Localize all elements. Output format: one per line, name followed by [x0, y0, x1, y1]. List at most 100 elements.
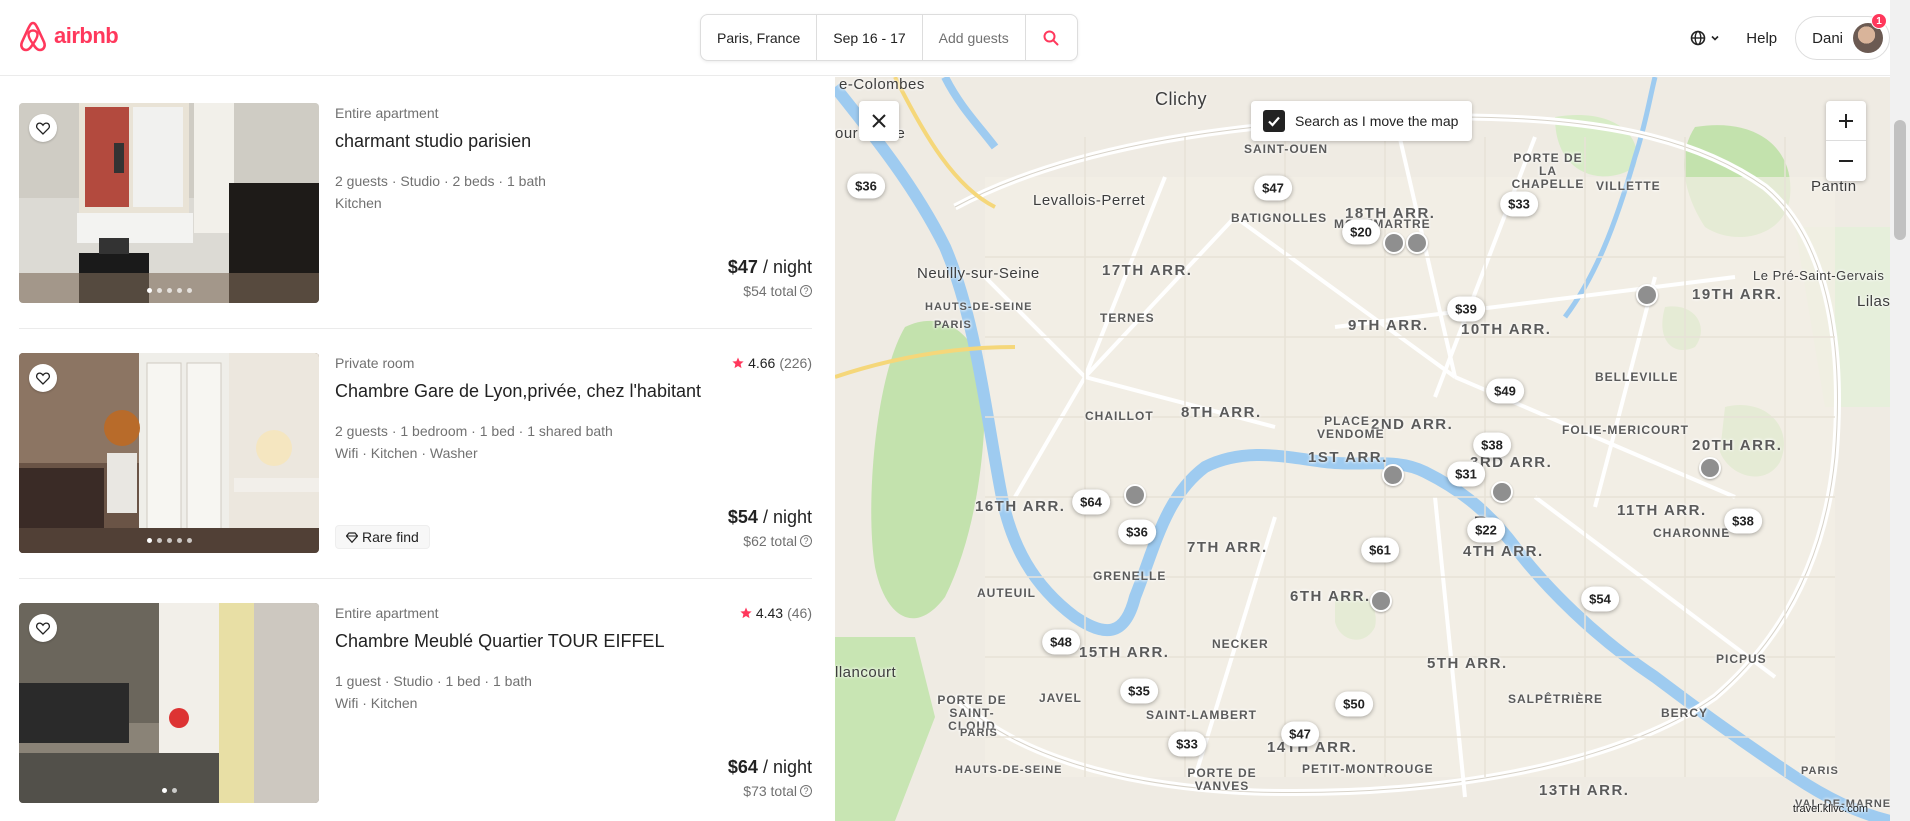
- price-pin[interactable]: $49: [1486, 378, 1524, 404]
- airbnb-logo[interactable]: airbnb: [18, 20, 119, 52]
- rating-value: 4.43: [755, 605, 784, 621]
- checkmark-icon: [1268, 116, 1280, 127]
- listing-title[interactable]: Chambre Meublé Quartier TOUR EIFFEL: [335, 631, 664, 652]
- listing-title[interactable]: charmant studio parisien: [335, 131, 531, 152]
- listing-card[interactable]: Entire apartment charmant studio parisie…: [19, 103, 812, 303]
- listing-total[interactable]: $73 total?: [743, 783, 812, 799]
- help-circle-icon: ?: [800, 785, 812, 797]
- heart-icon: [36, 622, 50, 635]
- map-label: CHAILLOT: [1085, 409, 1154, 423]
- listing-total[interactable]: $62 total?: [743, 533, 812, 549]
- listing-price: $47 / night: [728, 257, 812, 278]
- price-pin[interactable]: $31: [1447, 461, 1485, 487]
- listing-title[interactable]: Chambre Gare de Lyon,privée, chez l'habi…: [335, 381, 701, 402]
- landmark-marker[interactable]: [1699, 457, 1721, 479]
- page-scrollbar[interactable]: [1890, 0, 1910, 821]
- checkbox-checked[interactable]: [1263, 110, 1285, 132]
- landmark-marker[interactable]: [1406, 232, 1428, 254]
- search-as-map-moves-toggle[interactable]: Search as I move the map: [1251, 101, 1473, 141]
- landmark-marker[interactable]: [1636, 284, 1658, 306]
- rare-find-label: Rare find: [362, 529, 419, 545]
- favorite-button[interactable]: [29, 614, 57, 642]
- price-pin[interactable]: $64: [1072, 489, 1110, 515]
- favorite-button[interactable]: [29, 114, 57, 142]
- listing-total[interactable]: $54 total?: [743, 283, 812, 299]
- rating-count: (226): [779, 355, 812, 371]
- map-label: AUTEUIL: [977, 586, 1036, 600]
- carousel-dot[interactable]: [156, 538, 162, 543]
- landmark-marker[interactable]: [1491, 481, 1513, 503]
- map-label: 20TH ARR.: [1692, 437, 1783, 454]
- close-map-button[interactable]: [859, 101, 899, 141]
- chevron-down-icon: [1711, 35, 1719, 41]
- price-pin[interactable]: $47: [1281, 721, 1319, 747]
- listing-type: Private room: [335, 355, 415, 371]
- price-pin[interactable]: $33: [1500, 191, 1538, 217]
- map-label: VILLETTE: [1596, 179, 1661, 193]
- price-pin[interactable]: $36: [847, 173, 885, 199]
- help-link[interactable]: Help: [1742, 22, 1781, 55]
- map-view[interactable]: e-Colombes Clichy ourbevoie Levallois-Pe…: [835, 77, 1890, 821]
- listing-photo[interactable]: [19, 603, 319, 803]
- favorite-button[interactable]: [29, 364, 57, 392]
- listing-details: 1 guest · Studio · 1 bed · 1 bath Wifi ·…: [335, 670, 532, 714]
- carousel-dot[interactable]: [166, 288, 172, 293]
- search-bar[interactable]: Paris, France Sep 16 - 17 Add guests: [700, 14, 1078, 61]
- map-label: 10TH ARR.: [1461, 321, 1552, 338]
- zoom-in-button[interactable]: [1826, 101, 1866, 141]
- map-label: PETIT-MONTROUGE: [1302, 762, 1434, 776]
- listing-amenities-line: Kitchen: [335, 195, 382, 211]
- total-text: $73 total: [743, 783, 797, 799]
- language-selector[interactable]: [1682, 22, 1728, 54]
- user-menu-button[interactable]: Dani 1: [1795, 13, 1890, 60]
- landmark-marker[interactable]: [1383, 232, 1405, 254]
- map-label: Lilas: [1857, 293, 1890, 310]
- listing-card[interactable]: Private room 4.66 (226) Chambre Gare de …: [19, 353, 812, 553]
- zoom-out-button[interactable]: [1826, 141, 1866, 181]
- listing-info: Entire apartment charmant studio parisie…: [335, 103, 812, 303]
- listing-card[interactable]: Entire apartment 4.43 (46) Chambre Meubl…: [19, 603, 812, 803]
- price-pin[interactable]: $50: [1335, 691, 1373, 717]
- carousel-dot[interactable]: [146, 288, 152, 293]
- price-pin[interactable]: $47: [1254, 175, 1292, 201]
- total-text: $54 total: [743, 283, 797, 299]
- price-pin[interactable]: $33: [1168, 731, 1206, 757]
- price-pin[interactable]: $22: [1467, 517, 1505, 543]
- landmark-marker[interactable]: [1382, 464, 1404, 486]
- search-dates[interactable]: Sep 16 - 17: [817, 15, 923, 60]
- carousel-dot[interactable]: [166, 538, 172, 543]
- price-pin[interactable]: $38: [1724, 508, 1762, 534]
- price-pin[interactable]: $36: [1118, 519, 1156, 545]
- price-pin[interactable]: $54: [1581, 586, 1619, 612]
- price-pin[interactable]: $39: [1447, 296, 1485, 322]
- price-amount: $64: [727, 757, 758, 777]
- search-location[interactable]: Paris, France: [701, 15, 818, 60]
- listing-photo[interactable]: [19, 103, 319, 303]
- search-guests[interactable]: Add guests: [923, 15, 1026, 60]
- price-pin[interactable]: $61: [1361, 537, 1399, 563]
- diamond-icon: [346, 531, 358, 543]
- search-icon: [1043, 30, 1059, 45]
- divider: [19, 328, 812, 329]
- map-label: 11TH ARR.: [1617, 502, 1707, 519]
- carousel-dot[interactable]: [176, 538, 182, 543]
- header-actions: Help Dani 1: [1682, 13, 1890, 60]
- search-button[interactable]: [1026, 15, 1077, 60]
- carousel-dot[interactable]: [156, 288, 162, 293]
- carousel-dot[interactable]: [146, 538, 152, 543]
- price-pin[interactable]: $20: [1342, 219, 1380, 245]
- carousel-dot[interactable]: [186, 288, 192, 293]
- carousel-dot[interactable]: [186, 538, 192, 543]
- price-pin[interactable]: $48: [1042, 629, 1080, 655]
- carousel-dot[interactable]: [171, 788, 177, 793]
- listing-photo[interactable]: [19, 353, 319, 553]
- price-pin[interactable]: $38: [1473, 432, 1511, 458]
- landmark-marker[interactable]: [1370, 590, 1392, 612]
- price-pin[interactable]: $35: [1120, 678, 1158, 704]
- scrollbar-thumb[interactable]: [1894, 120, 1906, 240]
- map-label: PLACE VENDOME: [1317, 414, 1385, 441]
- carousel-dot[interactable]: [176, 288, 182, 293]
- carousel-dot[interactable]: [161, 788, 167, 793]
- furnished-room-photo: [19, 603, 319, 803]
- landmark-marker[interactable]: [1124, 484, 1146, 506]
